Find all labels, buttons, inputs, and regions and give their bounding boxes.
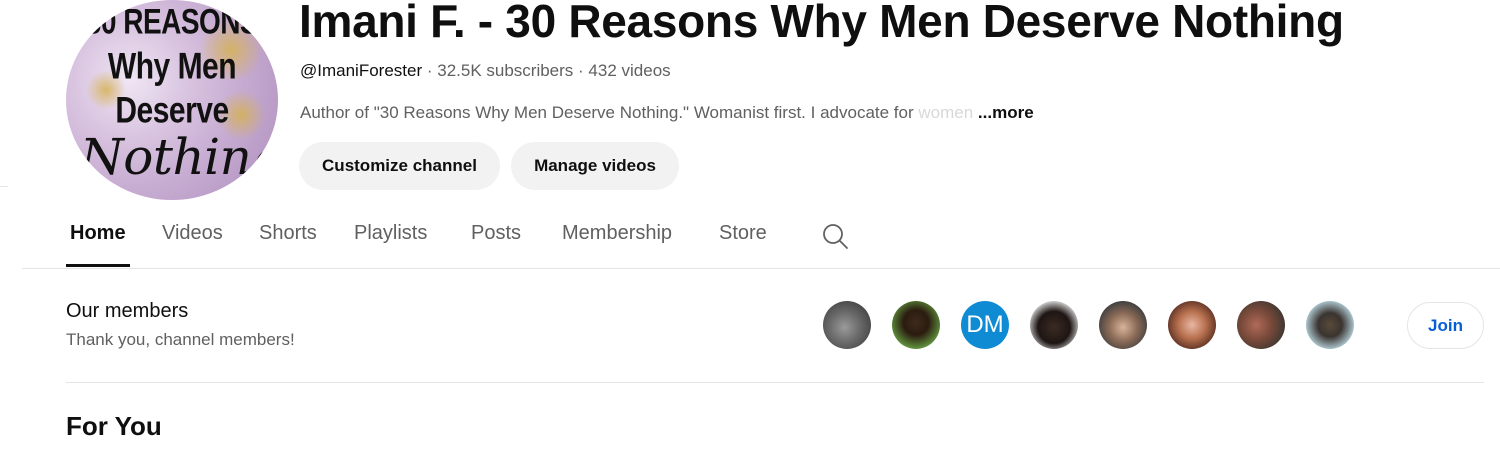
section-title-for-you: For You [66,411,162,441]
avatar-text-line-1: 30 REASONS [85,2,259,41]
channel-avatar[interactable]: 30 REASONS Why Men Deserve Nothing [66,0,278,200]
channel-handle[interactable]: @ImaniForester [300,61,422,80]
avatar-text-line-4: Nothing [80,128,278,186]
member-avatar[interactable] [1237,301,1285,349]
tabs-divider [22,268,1500,269]
join-button[interactable]: Join [1407,302,1484,349]
member-avatar[interactable] [1306,301,1354,349]
tab-playlists[interactable]: Playlists [354,222,427,245]
search-icon[interactable] [821,222,849,250]
member-avatar-initials[interactable]: DM [961,301,1009,349]
meta-separator: · [573,61,589,80]
member-avatar[interactable] [892,301,940,349]
manage-videos-button[interactable]: Manage videos [511,142,679,190]
channel-meta: @ImaniForester · 32.5K subscribers · 432… [300,61,671,81]
member-avatar[interactable] [1099,301,1147,349]
avatar-text-line-2: Why Men [107,45,237,87]
tab-videos[interactable]: Videos [162,222,223,245]
members-title: Our members [66,300,189,322]
active-tab-indicator [66,264,130,267]
channel-tabs: Home Videos Shorts Playlists Posts Membe… [66,214,1500,268]
avatar-text-line-3: Deserve [115,89,229,131]
tab-posts[interactable]: Posts [471,222,521,245]
tab-store[interactable]: Store [719,222,767,245]
channel-description[interactable]: Author of "30 Reasons Why Men Deserve No… [300,103,1034,123]
member-avatar[interactable] [823,301,871,349]
description-text: Author of "30 Reasons Why Men Deserve No… [300,103,919,122]
video-count: 432 videos [588,61,671,80]
description-more-link[interactable]: ...more [978,103,1034,122]
members-subtitle: Thank you, channel members! [66,330,295,349]
page-edge-divider [0,186,8,187]
description-faded-text: women [918,103,974,122]
tab-membership[interactable]: Membership [562,222,672,245]
tab-home[interactable]: Home [70,222,126,245]
member-avatar[interactable] [1168,301,1216,349]
channel-title: Imani F. - 30 Reasons Why Men Deserve No… [299,0,1344,47]
customize-channel-button[interactable]: Customize channel [299,142,500,190]
tab-shorts[interactable]: Shorts [259,222,317,245]
subscriber-count: 32.5K subscribers [437,61,574,80]
member-avatar[interactable] [1030,301,1078,349]
members-divider [66,382,1484,383]
meta-separator: · [422,61,438,80]
